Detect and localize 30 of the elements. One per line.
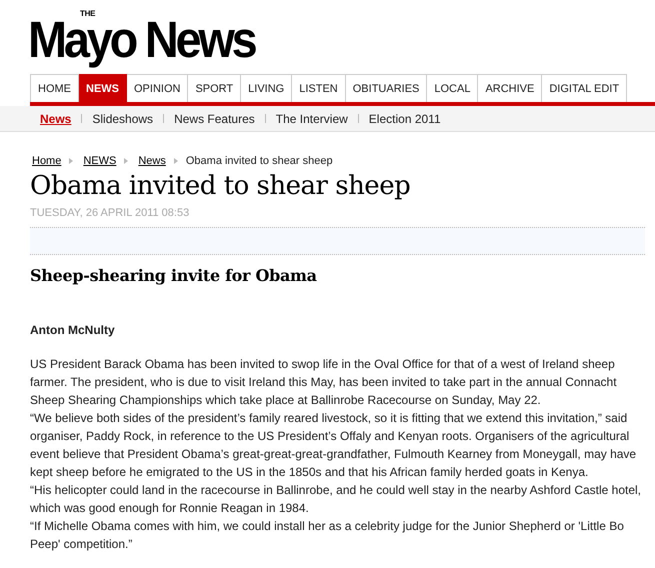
nav-tab[interactable]: HOME bbox=[30, 74, 79, 102]
sub-nav-link[interactable]: Slideshows bbox=[92, 112, 154, 126]
nav-tab[interactable]: NEWS bbox=[79, 74, 127, 102]
breadcrumb-link[interactable]: NEWS bbox=[83, 155, 116, 167]
breadcrumb-link[interactable]: Home bbox=[32, 155, 62, 167]
nav-tab[interactable]: ARCHIVE bbox=[478, 74, 542, 102]
sub-nav-link[interactable]: The Interview bbox=[276, 112, 348, 126]
article-paragraph: “We believe both sides of the president’s family reared livestock, so it is fitting that we extend this invitation,” said organiser, Paddy Rock, in reference to the US President’s Offaly and Kenyan roots. Organisers of the agricultural event believe that President Obama’s great-great-great-grandfather, Fulmouth Kearney from Moneygall, may have kept sheep before he emigrated to the US in the 1850s and that his African family herded goats in Kenya. bbox=[30, 410, 638, 481]
article-date: TUESDAY, 26 APRIL 2011 08:53 bbox=[30, 207, 190, 219]
article-subtitle: Sheep-shearing invite for Obama bbox=[30, 266, 318, 285]
chevron-icon bbox=[69, 158, 74, 164]
sub-nav-link[interactable]: Election 2011 bbox=[368, 112, 441, 126]
article-paragraph: “If Michelle Obama comes with him, we could install her as a celebrity judge for the Junior Shepherd or 'Little Bo Peep' competition.” bbox=[30, 518, 625, 553]
nav-tab[interactable]: OPINION bbox=[127, 74, 188, 102]
nav-tab[interactable]: DIGITAL EDIT bbox=[542, 74, 628, 102]
chevron-icon bbox=[174, 158, 178, 164]
author-name: Anton McNulty bbox=[30, 323, 116, 337]
nav-tab[interactable]: OBITUARIES bbox=[346, 74, 428, 102]
article-paragraph: US President Barack Obama has been invited to swop life in the Oval Office for that of a west of Ireland sheep farmer. The president, who is due to visit Ireland this May, has been invited to take part in the annual Connacht Sheep Shearing Championships which take place at Ballinrobe Racecourse on Sunday, May 22. bbox=[30, 356, 618, 409]
nav-tab[interactable]: LISTEN bbox=[292, 74, 346, 102]
breadcrumb-link[interactable]: News bbox=[138, 155, 166, 167]
chevron-icon bbox=[124, 158, 128, 164]
sub-nav-link[interactable]: News bbox=[40, 112, 72, 126]
nav-tab[interactable]: SPORT bbox=[188, 74, 242, 102]
breadcrumb-current: Obama invited to shear sheep bbox=[186, 155, 333, 167]
sub-nav-link[interactable]: News Features bbox=[174, 112, 255, 126]
nav-tab[interactable]: LIVING bbox=[241, 74, 292, 102]
article-title: Obama invited to shear sheep bbox=[30, 170, 412, 203]
article-paragraph: “His helicopter could land in the racecourse in Ballinrobe, and he could well stay in the nearby Ashford Castle hotel, which was good enough for Ronnie Reagan in 1984. bbox=[30, 482, 642, 517]
nav-tab[interactable]: LOCAL bbox=[427, 74, 478, 102]
